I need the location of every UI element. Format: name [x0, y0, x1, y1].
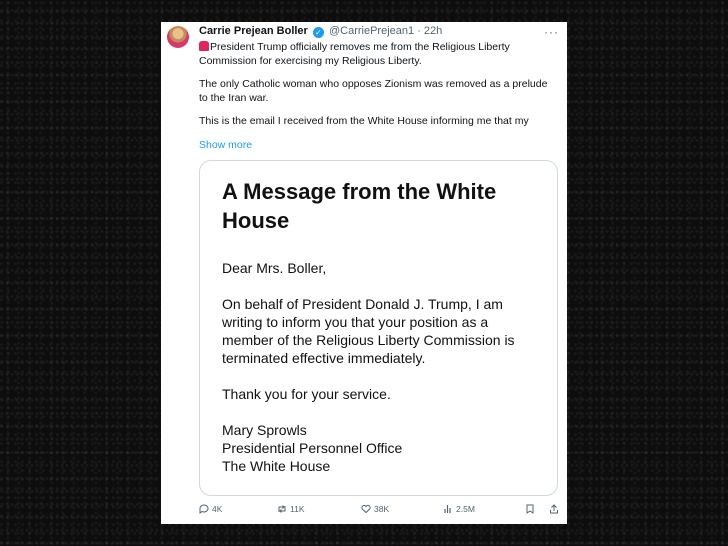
views-button[interactable]: 2.5M	[443, 504, 475, 514]
tweet-paragraph-3: This is the email I received from the Wh…	[199, 115, 529, 127]
reply-count: 4K	[212, 504, 223, 514]
signature-office: Presidential Personnel Office	[222, 440, 403, 456]
action-bar: 4K 11K 38K 2.5M	[199, 504, 559, 518]
card-body: Dear Mrs. Boller, On behalf of President…	[222, 259, 542, 475]
heart-icon	[361, 504, 371, 514]
timestamp[interactable]: 22h	[424, 25, 442, 37]
show-more-link[interactable]: Show more	[199, 139, 252, 151]
more-options-icon[interactable]: ···	[544, 25, 559, 39]
siren-emoji-icon	[199, 41, 209, 51]
card-greeting: Dear Mrs. Boller,	[222, 260, 327, 276]
author-handle[interactable]: @CarriePrejean1	[329, 25, 414, 37]
tweet-card: Carrie Prejean Boller ✓ @CarriePrejean1 …	[161, 22, 567, 524]
views-count: 2.5M	[456, 504, 475, 514]
attached-image-card[interactable]: A Message from the White House Dear Mrs.…	[199, 160, 558, 496]
avatar[interactable]	[167, 26, 189, 48]
repost-icon	[278, 505, 286, 513]
views-chart-icon	[444, 505, 451, 513]
repost-button[interactable]: 11K	[277, 504, 305, 514]
separator-dot: ·	[417, 25, 421, 37]
verified-badge-icon: ✓	[312, 27, 324, 38]
card-thanks: Thank you for your service.	[222, 386, 391, 402]
share-icon	[550, 504, 558, 514]
like-count: 38K	[374, 504, 390, 514]
card-title: A Message from the White House	[222, 179, 497, 233]
reply-icon	[199, 504, 209, 514]
like-button[interactable]: 38K	[361, 504, 389, 514]
share-button[interactable]	[549, 504, 559, 514]
bookmark-icon	[526, 504, 534, 514]
tweet-text: President Trump officially removes me fr…	[199, 40, 559, 137]
tweet-paragraph-2: The only Catholic woman who opposes Zion…	[199, 78, 548, 104]
repost-count: 11K	[290, 504, 305, 514]
tweet-paragraph-1: President Trump officially removes me fr…	[199, 41, 510, 67]
reply-button[interactable]: 4K	[199, 504, 222, 514]
author-name[interactable]: Carrie Prejean Boller	[199, 25, 308, 37]
signature-name: Mary Sprowls	[222, 422, 307, 438]
signature-org: The White House	[222, 458, 331, 474]
card-message: On behalf of President Donald J. Trump, …	[222, 296, 515, 366]
bookmark-button[interactable]	[525, 504, 535, 514]
tweet-header: Carrie Prejean Boller ✓ @CarriePrejean1 …	[199, 25, 442, 38]
